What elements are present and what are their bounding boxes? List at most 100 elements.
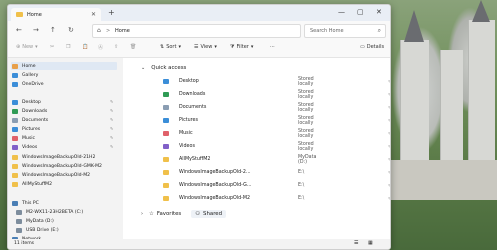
pin-icon: ✎ — [388, 170, 390, 175]
command-bar: ⊕ New ▾ ✂ ❐ 📋 Ⓐ ⇪ 🗑 ⇅ Sort ▾ ☰ View ▾ ⧩ … — [8, 39, 390, 58]
nav-item-this-pc[interactable]: This PC — [12, 199, 39, 207]
gallery-icon — [12, 72, 18, 78]
sort-label: Sort — [166, 44, 177, 50]
search-placeholder: Search Home — [310, 28, 344, 34]
address-input[interactable]: ⌂ > Home — [92, 24, 301, 38]
search-input[interactable]: Search Home ⌕ — [304, 24, 386, 38]
list-item[interactable]: Downloads Stored locally ✎ — [163, 90, 390, 100]
chevron-right-icon: > — [106, 28, 111, 34]
videos-icon — [12, 144, 18, 150]
pin-icon: ✎ — [388, 118, 390, 123]
tab-home[interactable]: Home ✕ — [11, 8, 101, 21]
folder-icon — [163, 157, 169, 162]
downloads-icon — [163, 92, 169, 97]
item-location: Stored locally — [298, 76, 314, 87]
new-label: New — [22, 44, 34, 50]
nav-item-desktop[interactable]: Desktop — [12, 98, 41, 106]
nav-item-drive[interactable]: M2-WX11-23H2BETA (C:) — [16, 208, 83, 216]
nav-item-folder[interactable]: WindowsImageBackupOld-GMK-M2 — [12, 162, 102, 170]
nav-label: Documents — [22, 117, 49, 123]
drive-icon — [16, 218, 22, 224]
chevron-right-icon[interactable]: › — [141, 211, 143, 217]
close-button[interactable]: ✕ — [376, 8, 382, 16]
list-item[interactable]: WindowsImageBackupOld-2... E:\ ✎ — [163, 168, 390, 177]
item-location: E:\ — [298, 183, 305, 188]
item-name: Music — [179, 131, 193, 136]
delete-icon[interactable]: 🗑 — [130, 44, 136, 50]
more-icon[interactable]: ··· — [270, 44, 275, 50]
nav-label: Gallery — [22, 72, 39, 78]
pictures-icon — [163, 118, 169, 123]
share-icon[interactable]: ⇪ — [114, 44, 118, 50]
sort-button[interactable]: ⇅ Sort ▾ — [160, 44, 181, 50]
close-tab-icon[interactable]: ✕ — [91, 11, 96, 18]
tab-label: Home — [27, 11, 42, 18]
nav-item-drive[interactable]: USB Drive (E:) — [16, 226, 59, 234]
list-item[interactable]: Pictures Stored locally ✎ — [163, 116, 390, 126]
folder-icon — [16, 12, 23, 17]
folder-icon — [12, 181, 18, 187]
pin-icon: ✎ — [110, 108, 114, 113]
rename-icon[interactable]: Ⓐ — [98, 44, 103, 51]
details-view-icon[interactable]: ☰ — [354, 240, 358, 246]
list-item[interactable]: Documents Stored locally ✎ — [163, 103, 390, 113]
list-item[interactable]: WindowsImageBackupOld-G... E:\ ✎ — [163, 181, 390, 190]
paste-icon[interactable]: 📋 — [82, 44, 88, 50]
cloud-icon — [12, 81, 18, 87]
nav-item-folder[interactable]: WindowsImageBackupOld-21H2 — [12, 153, 95, 161]
shared-tab[interactable]: ⚇ Shared — [191, 210, 227, 218]
title-bar: Home ✕ + — ▢ ✕ — [8, 5, 390, 21]
nav-label: WindowsImageBackupOld-M2 — [22, 172, 91, 178]
castle-tower — [440, 50, 463, 160]
nav-item-documents[interactable]: Documents — [12, 116, 48, 124]
tiles-view-icon[interactable]: ▦ — [368, 240, 373, 246]
forward-icon[interactable]: → — [33, 26, 39, 34]
list-item[interactable]: AllMyStuffM2 MyData (D:) ✎ — [163, 155, 390, 165]
list-item[interactable]: Desktop Stored locally ✎ — [163, 77, 390, 87]
item-name: WindowsImageBackupOld-G... — [179, 183, 252, 188]
nav-item-folder[interactable]: WindowsImageBackupOld-M2 — [12, 171, 90, 179]
view-button[interactable]: ☰ View ▾ — [194, 44, 217, 50]
item-location: Stored locally — [298, 141, 314, 152]
favorites-tab[interactable]: ☆ Favorites — [149, 211, 181, 217]
list-item[interactable]: Videos Stored locally ✎ — [163, 142, 390, 152]
star-icon: ☆ — [149, 211, 154, 217]
item-name: Pictures — [179, 118, 198, 123]
nav-item-home[interactable]: Home — [12, 62, 36, 70]
minimize-button[interactable]: — — [338, 8, 345, 16]
refresh-icon[interactable]: ↻ — [68, 26, 74, 34]
home-icon — [12, 63, 18, 69]
search-icon: ⌕ — [377, 27, 381, 34]
nav-item-onedrive[interactable]: OneDrive — [12, 80, 44, 88]
maximize-button[interactable]: ▢ — [357, 8, 364, 16]
copy-icon[interactable]: ❐ — [66, 44, 70, 50]
nav-item-drive[interactable]: MyData (D:) — [16, 217, 54, 225]
list-item[interactable]: Music Stored locally ✎ — [163, 129, 390, 139]
nav-item-folder[interactable]: AllMyStuffM2 — [12, 180, 52, 188]
folder-icon — [163, 170, 169, 175]
pin-icon: ✎ — [388, 157, 390, 162]
nav-item-gallery[interactable]: Gallery — [12, 71, 38, 79]
nav-label: OneDrive — [22, 81, 44, 87]
cut-icon[interactable]: ✂ — [50, 44, 54, 50]
back-icon[interactable]: ← — [16, 26, 22, 34]
nav-item-music[interactable]: Music — [12, 134, 35, 142]
favorites-label: Favorites — [156, 211, 182, 217]
filter-button[interactable]: ⧩ Filter ▾ — [230, 44, 253, 50]
nav-label: Downloads — [22, 108, 48, 114]
section-title: Quick access — [151, 65, 187, 71]
up-icon[interactable]: ↑ — [50, 26, 56, 34]
new-tab-button[interactable]: + — [108, 8, 115, 17]
quick-access-header[interactable]: ⌄ Quick access — [141, 65, 186, 71]
pin-icon: ✎ — [388, 183, 390, 188]
details-button[interactable]: ▭ Details — [360, 44, 384, 50]
list-item[interactable]: WindowsImageBackupOld-M2 E:\ ✎ — [163, 194, 390, 203]
nav-item-downloads[interactable]: Downloads — [12, 107, 47, 115]
chevron-down-icon: ⌄ — [141, 65, 146, 71]
file-explorer-window: Home ✕ + — ▢ ✕ ← → ↑ ↻ ⌂ > Home Search H… — [7, 4, 391, 250]
folder-icon — [163, 183, 169, 188]
item-name: WindowsImageBackupOld-M2 — [179, 196, 251, 201]
nav-item-videos[interactable]: Videos — [12, 143, 37, 151]
nav-item-pictures[interactable]: Pictures — [12, 125, 40, 133]
new-button[interactable]: ⊕ New ▾ — [16, 44, 38, 50]
